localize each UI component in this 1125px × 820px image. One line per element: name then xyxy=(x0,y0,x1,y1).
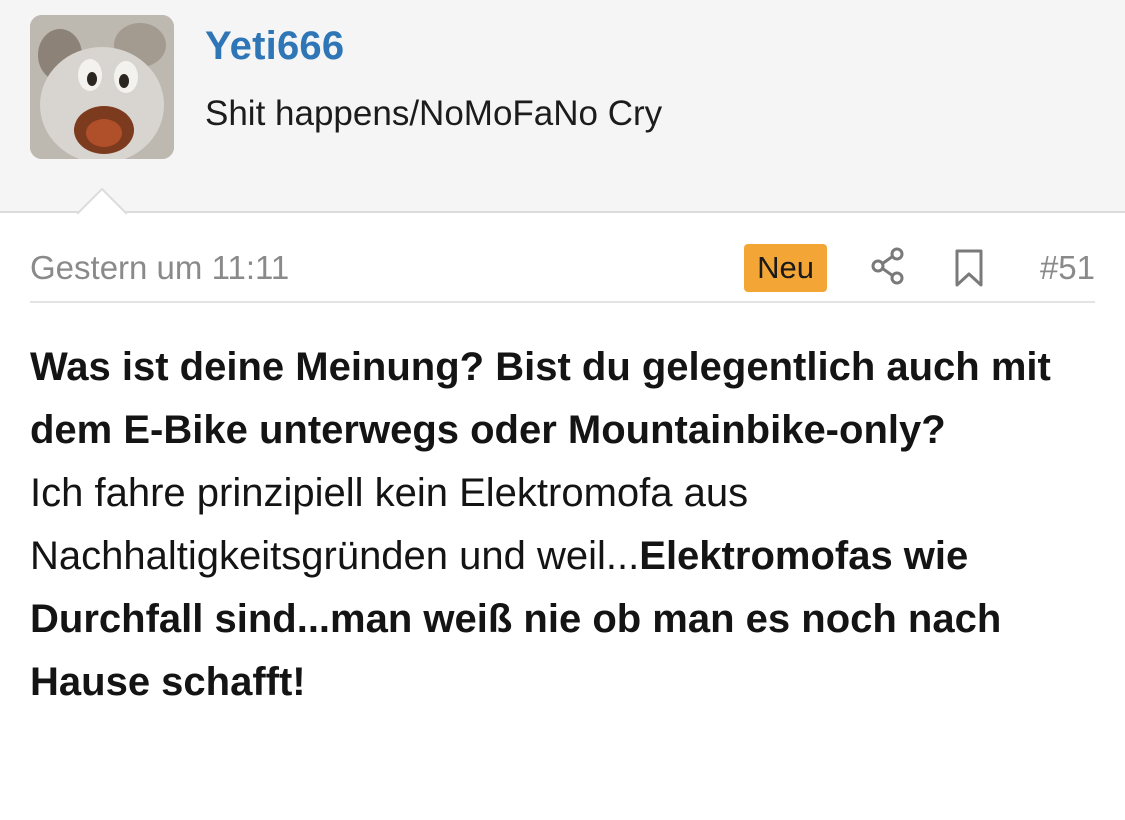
user-title: Shit happens/NoMoFaNo Cry xyxy=(205,94,663,133)
post-body: Was ist deine Meinung? Bist du gelegentl… xyxy=(30,336,1105,714)
bookmark-icon[interactable] xyxy=(954,248,984,288)
username[interactable]: Yeti666 xyxy=(205,24,344,69)
post-meta: Gestern um 11:11 Neu #51 xyxy=(30,243,1095,303)
share-icon[interactable] xyxy=(870,246,906,286)
avatar[interactable] xyxy=(30,15,174,159)
user-header: Yeti666 Shit happens/NoMoFaNo Cry xyxy=(0,0,1125,215)
post-question: Was ist deine Meinung? Bist du gelegentl… xyxy=(30,345,1051,452)
post-number[interactable]: #51 xyxy=(1040,249,1095,287)
new-badge: Neu xyxy=(744,244,827,292)
avatar-image xyxy=(30,15,174,159)
pointer-caret xyxy=(77,187,127,215)
post-date[interactable]: Gestern um 11:11 xyxy=(30,249,289,287)
